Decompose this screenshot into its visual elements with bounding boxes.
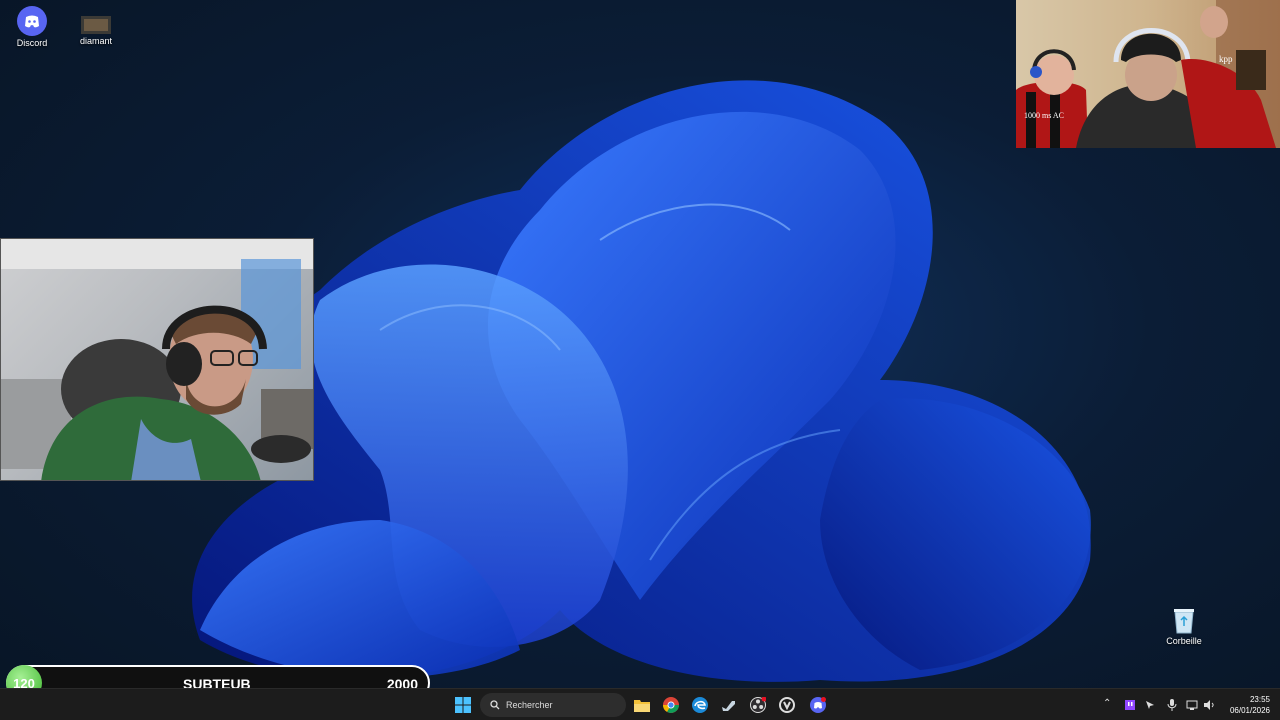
recycle-bin-icon bbox=[1174, 609, 1194, 634]
shirt-text: 1000 ms AC bbox=[1024, 111, 1064, 120]
discord-icon bbox=[17, 6, 47, 36]
webcam-guests: 1000 ms AC kpp bbox=[1016, 0, 1280, 148]
pointer-tray-icon[interactable] bbox=[1145, 700, 1155, 710]
webcam-scene: 1000 ms AC kpp bbox=[1016, 0, 1280, 148]
discord-icon bbox=[810, 697, 826, 713]
taskbar-discord[interactable] bbox=[806, 693, 830, 717]
desktop-icon-discord[interactable]: Discord bbox=[2, 6, 62, 48]
obs-icon bbox=[750, 697, 766, 713]
desktop-icon-label: Corbeille bbox=[1166, 636, 1202, 646]
search-placeholder: Rechercher bbox=[506, 700, 553, 710]
desktop-icon-label: diamant bbox=[79, 36, 113, 46]
taskbar-edge[interactable] bbox=[688, 693, 712, 717]
webcam-streamer bbox=[0, 238, 314, 481]
steam-icon bbox=[722, 701, 735, 711]
taskbar: Rechercher ⌃ 23:55 06/01/2026 bbox=[0, 688, 1280, 720]
desktop-icon-diamant[interactable]: diamant bbox=[66, 16, 126, 46]
windows-start-icon bbox=[455, 697, 471, 713]
edge-icon bbox=[692, 697, 708, 713]
desktop-icon-recycle-bin[interactable]: Corbeille bbox=[1154, 606, 1214, 646]
book-text: kpp bbox=[1219, 54, 1233, 64]
taskbar-search[interactable]: Rechercher bbox=[480, 693, 626, 717]
volume-icon[interactable] bbox=[1203, 700, 1215, 710]
taskbar-chrome[interactable] bbox=[659, 693, 683, 717]
taskbar-obs[interactable] bbox=[746, 693, 770, 717]
overwatch-icon bbox=[779, 697, 795, 713]
search-icon bbox=[490, 700, 500, 710]
show-hidden-icons-chevron-up-icon[interactable]: ⌃ bbox=[1103, 698, 1111, 709]
microphone-icon[interactable] bbox=[1167, 699, 1177, 711]
taskbar-steam[interactable] bbox=[717, 693, 741, 717]
clock-date: 06/01/2026 bbox=[1229, 706, 1270, 715]
twitch-tray-icon[interactable] bbox=[1125, 700, 1135, 710]
file-explorer-icon bbox=[634, 700, 650, 712]
network-icon[interactable] bbox=[1186, 700, 1198, 710]
chrome-icon bbox=[663, 697, 679, 713]
taskbar-overwatch[interactable] bbox=[775, 693, 799, 717]
webcam-scene bbox=[1, 239, 313, 480]
system-clock[interactable]: 23:55 06/01/2026 bbox=[1230, 694, 1270, 716]
start-button[interactable] bbox=[451, 693, 475, 717]
image-file-icon bbox=[81, 16, 111, 34]
desktop-icon-label: Discord bbox=[16, 38, 48, 48]
taskbar-file-explorer[interactable] bbox=[630, 693, 654, 717]
clock-time: 23:55 bbox=[1249, 695, 1270, 704]
